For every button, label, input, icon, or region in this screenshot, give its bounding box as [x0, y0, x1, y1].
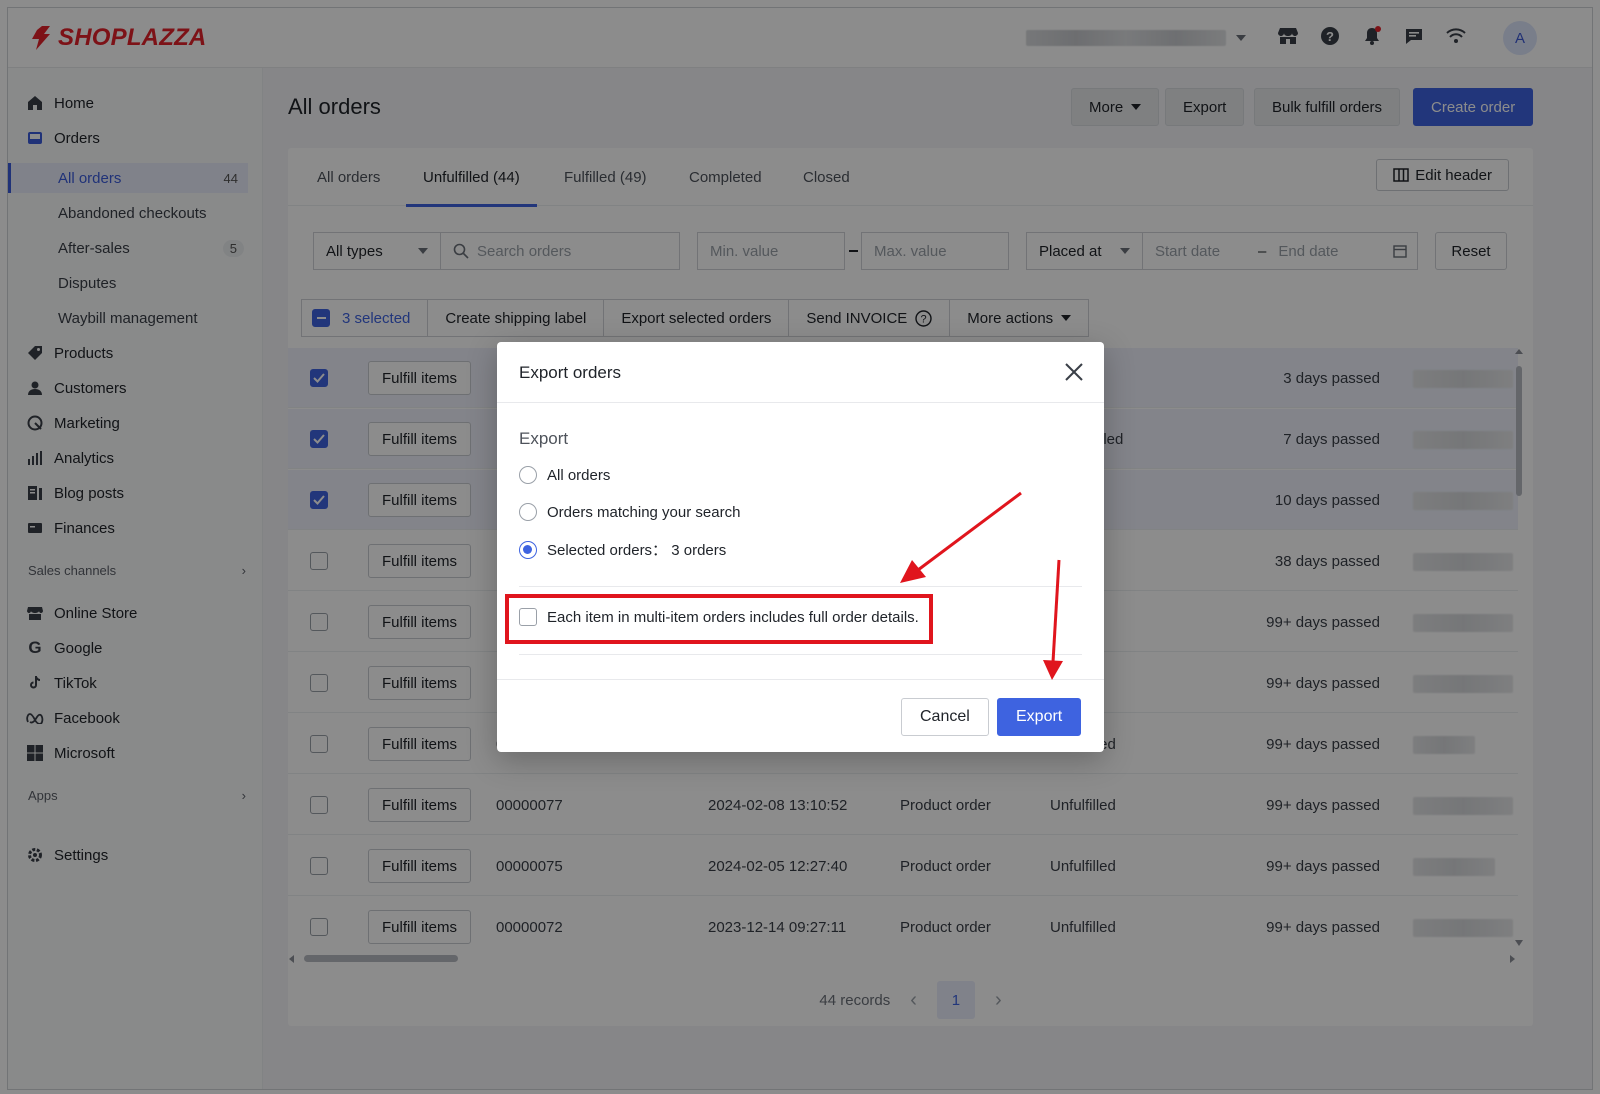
radio-label: Orders matching your search [547, 503, 741, 521]
close-icon[interactable] [1062, 360, 1086, 384]
cancel-button[interactable]: Cancel [901, 698, 989, 736]
radio-matching-search[interactable]: Orders matching your search [519, 503, 740, 521]
modal-header: Export orders [497, 342, 1104, 403]
radio-button[interactable] [519, 466, 537, 484]
modal-title: Export orders [519, 363, 622, 382]
divider [519, 586, 1082, 587]
radio-selected-orders[interactable]: Selected orders： 3 orders [519, 539, 726, 560]
annotation-highlight-box [505, 594, 933, 644]
modal-footer: Cancel Export [497, 679, 1104, 752]
confirm-export-button[interactable]: Export [997, 698, 1082, 736]
radio-all-orders[interactable]: All orders [519, 466, 610, 484]
radio-label: All orders [547, 466, 611, 484]
radio-button[interactable] [519, 540, 537, 559]
radio-label: Selected orders： 3 orders [547, 542, 727, 559]
export-orders-modal: Export orders Export All orders Orders m… [497, 342, 1104, 752]
export-section-label: Export [519, 429, 569, 448]
radio-button[interactable] [519, 503, 537, 521]
divider [519, 654, 1082, 655]
